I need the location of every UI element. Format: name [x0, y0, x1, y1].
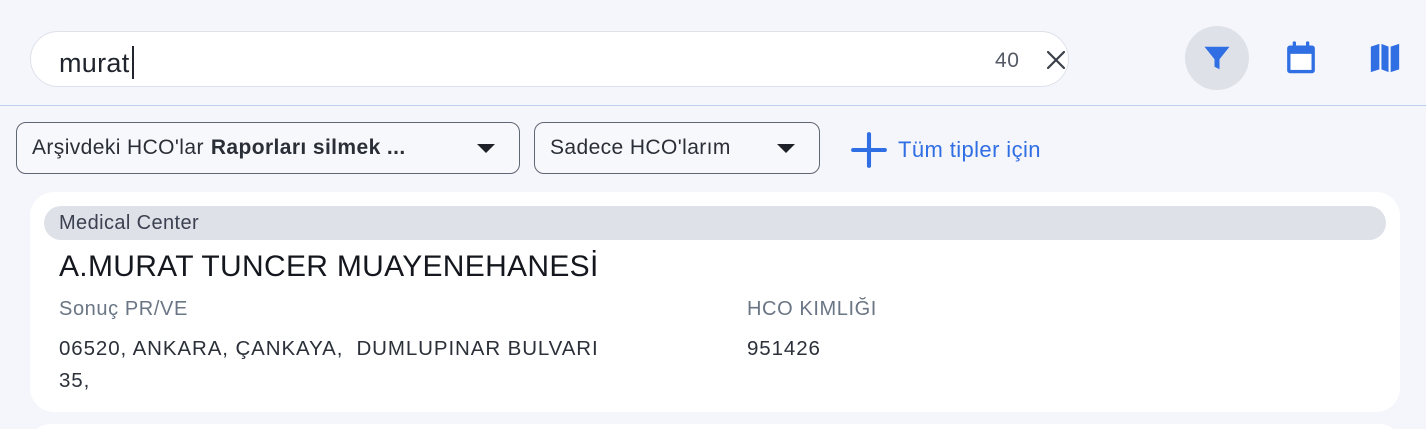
account-type-chip: Medical Center [44, 206, 1386, 240]
address-line-1: 06520, ANKARA, ÇANKAYA, DUMLUPINAR BULVA… [59, 337, 599, 360]
search-header: murat 40 [0, 0, 1426, 106]
hco-id-label: HCO KIMLIĞI [747, 298, 877, 320]
calendar-button[interactable] [1269, 26, 1333, 90]
search-box[interactable]: murat 40 [30, 31, 1069, 87]
hco-id-value: 951426 [747, 337, 821, 360]
archive-filter-prefix: Arşivdeki HCO'lar [32, 136, 204, 159]
clear-search-button[interactable] [1042, 46, 1070, 74]
result-card[interactable]: Medical Center A.MURAT TUNCER MUAYENEHAN… [30, 192, 1400, 412]
map-button[interactable] [1353, 26, 1417, 90]
search-query-text: murat [59, 47, 130, 78]
text-cursor [131, 46, 134, 79]
add-type-label: Tüm tipler için [898, 137, 1041, 162]
add-type-filter-button[interactable]: Tüm tipler için [850, 130, 1041, 170]
filter-button[interactable] [1185, 26, 1249, 90]
calendar-icon [1287, 41, 1315, 74]
scope-filter-dropdown[interactable]: Sadece HCO'larım [534, 122, 820, 174]
search-input[interactable]: murat [59, 46, 134, 79]
hco-search-screen: murat 40 Arşivdeki HCO'lar Raporları sil… [0, 0, 1426, 429]
scope-filter-value: Sadece HCO'larım [550, 136, 731, 159]
result-count: 40 [995, 49, 1020, 72]
plus-icon [851, 132, 887, 168]
filter-icon [1204, 46, 1230, 70]
archive-filter-dropdown[interactable]: Arşivdeki HCO'lar Raporları silmek ... [16, 122, 520, 174]
address-line-2: 35, [59, 369, 91, 392]
address-label: Sonuç PR/VE [59, 298, 188, 320]
account-name: A.MURAT TUNCER MUAYENEHANESİ [59, 250, 599, 283]
dropdown-arrow-icon [477, 144, 495, 153]
next-result-card[interactable] [30, 424, 1400, 429]
map-icon [1370, 43, 1400, 73]
archive-filter-value: Raporları silmek ... [210, 136, 406, 159]
dropdown-arrow-icon [777, 144, 795, 153]
close-icon [1046, 50, 1066, 70]
address-value: 06520, ANKARA, ÇANKAYA, DUMLUPINAR BULVA… [59, 333, 699, 397]
filter-row: Arşivdeki HCO'lar Raporları silmek ... S… [0, 106, 1426, 186]
